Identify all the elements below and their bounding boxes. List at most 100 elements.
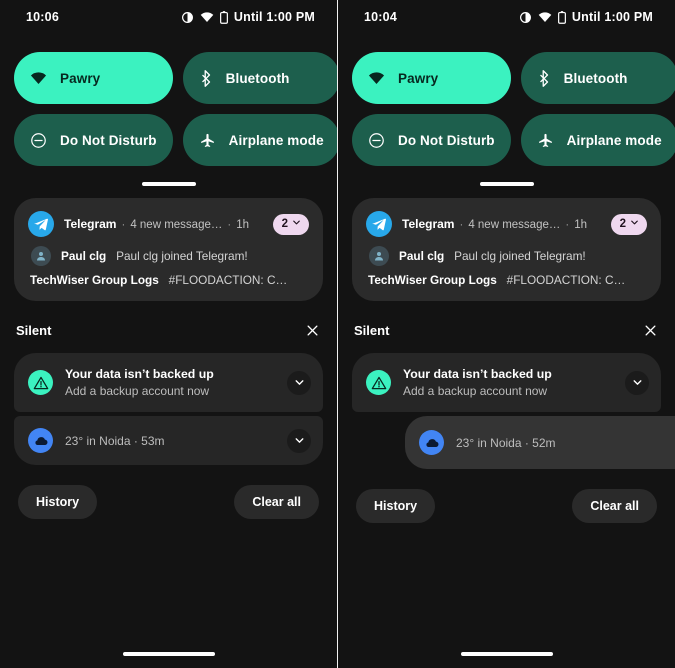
status-bar: 10:06 Until 1:00 PM — [0, 0, 337, 34]
backup-subtitle: Add a backup account now — [403, 384, 548, 398]
notification-shade: Telegram · 4 new message… · 1h 2 Paul cl… — [0, 198, 337, 301]
notification-backup[interactable]: Your data isn’t backed up Add a backup a… — [14, 353, 323, 412]
shade-footer: History Clear all — [0, 465, 337, 519]
message-sender: Paul clg — [399, 249, 445, 263]
message-body-2: #FLOODACTION: C… — [168, 273, 288, 287]
person-avatar — [31, 246, 51, 266]
notification-app-name: Telegram — [402, 217, 455, 231]
separator-dot: · — [565, 219, 570, 231]
notification-group-expand-badge[interactable]: 2 — [272, 213, 309, 235]
notification-message-row-2: TechWiser Group Logs #FLOODACTION: C… — [366, 273, 647, 287]
notification-message: Paul clg Paul clg joined Telegram! — [399, 249, 586, 263]
tile-wifi[interactable]: Pawry — [14, 52, 173, 104]
notification-header: Telegram · 4 new message… · 1h 2 — [28, 211, 309, 237]
clear-all-button[interactable]: Clear all — [234, 485, 319, 519]
status-clock: 10:04 — [364, 10, 397, 24]
history-button[interactable]: History — [356, 489, 436, 523]
airplane-icon — [537, 132, 554, 149]
silent-label: Silent — [354, 322, 390, 338]
notification-message-row-2: TechWiser Group Logs #FLOODACTION: C… — [28, 273, 309, 287]
weather-text: 23° in Noida · 53m — [65, 433, 165, 448]
backup-warning-icon — [28, 370, 53, 395]
tile-do-not-disturb[interactable]: Do Not Disturb — [352, 114, 511, 166]
wifi-icon — [200, 11, 214, 23]
separator-dot: · — [121, 219, 126, 231]
notification-summary: 4 new message… — [130, 219, 223, 231]
status-clock: 10:06 — [26, 10, 59, 24]
chevron-down-icon — [629, 217, 640, 231]
notification-telegram[interactable]: Telegram · 4 new message… · 1h 2 Paul cl… — [352, 198, 661, 301]
shade-drag-handle[interactable] — [141, 182, 196, 186]
close-icon[interactable] — [303, 321, 321, 339]
notification-header: Telegram · 4 new message… · 1h 2 — [366, 211, 647, 237]
status-bar: 10:04 Until 1:00 PM — [338, 0, 675, 34]
silent-notifications-group: Your data isn’t backed up Add a backup a… — [0, 353, 337, 465]
notification-backup[interactable]: Your data isn’t backed up Add a backup a… — [352, 353, 661, 412]
home-gesture-bar-wrap — [338, 652, 675, 656]
phone-screen-right: 10:04 Until 1:00 PM Pawry Bluetooth Do N… — [338, 0, 675, 668]
silent-section-header: Silent — [338, 301, 675, 353]
tile-label-bluetooth: Bluetooth — [225, 70, 290, 86]
tile-label-wifi: Pawry — [60, 70, 101, 86]
silent-label: Silent — [16, 322, 52, 338]
notification-shade: Telegram · 4 new message… · 1h 2 Paul cl… — [338, 198, 675, 301]
notification-count: 2 — [619, 218, 626, 230]
notification-message-row: Paul clg Paul clg joined Telegram! — [366, 246, 647, 266]
backup-title: Your data isn’t backed up — [403, 367, 552, 381]
tile-airplane-mode[interactable]: Airplane mode — [182, 114, 337, 166]
notification-telegram[interactable]: Telegram · 4 new message… · 1h 2 Paul cl… — [14, 198, 323, 301]
tile-do-not-disturb[interactable]: Do Not Disturb — [14, 114, 173, 166]
notification-header-text: Telegram · 4 new message… · 1h — [64, 217, 263, 231]
battery-icon — [219, 10, 228, 24]
tile-bluetooth[interactable]: Bluetooth — [520, 52, 675, 104]
shade-drag-handle[interactable] — [479, 182, 534, 186]
tile-bluetooth[interactable]: Bluetooth — [182, 52, 337, 104]
quick-settings-tiles: Pawry Bluetooth Do Not Disturb Airplane … — [0, 34, 337, 166]
contrast-icon — [181, 11, 194, 24]
weather-text-group: 23° in Noida · 53m — [65, 432, 275, 450]
home-gesture-bar-wrap — [0, 652, 337, 656]
weather-cloud-icon — [28, 428, 53, 453]
tile-label-airplane-mode: Airplane mode — [566, 132, 662, 148]
separator-dot: · — [459, 219, 464, 231]
clear-all-button[interactable]: Clear all — [572, 489, 657, 523]
notification-group-expand-badge[interactable]: 2 — [610, 213, 647, 235]
message-body: Paul clg joined Telegram! — [454, 249, 586, 263]
chevron-down-icon[interactable] — [287, 370, 311, 395]
notification-message: Paul clg Paul clg joined Telegram! — [61, 249, 248, 263]
wifi-icon — [368, 71, 385, 85]
silent-section-header: Silent — [0, 301, 337, 353]
weather-text: 23° in Noida · 52m — [456, 435, 556, 450]
wifi-icon — [538, 11, 552, 23]
history-button[interactable]: History — [18, 485, 98, 519]
backup-text-group: Your data isn’t backed up Add a backup a… — [403, 367, 613, 398]
home-gesture-bar[interactable] — [122, 652, 215, 656]
chevron-down-icon[interactable] — [625, 370, 649, 395]
battery-status-text: Until 1:00 PM — [571, 10, 653, 24]
status-icons-group: Until 1:00 PM — [181, 10, 315, 24]
notification-count: 2 — [281, 218, 288, 230]
backup-title: Your data isn’t backed up — [65, 367, 214, 381]
tile-airplane-mode[interactable]: Airplane mode — [520, 114, 675, 166]
notification-app-name: Telegram — [64, 217, 117, 231]
telegram-icon — [28, 211, 54, 237]
notification-time: 1h — [574, 219, 587, 231]
shade-drag-handle-wrap — [0, 166, 337, 198]
tile-wifi[interactable]: Pawry — [352, 52, 511, 104]
notification-message-row: Paul clg Paul clg joined Telegram! — [28, 246, 309, 266]
message-sender-2: TechWiser Group Logs — [30, 273, 159, 287]
tile-label-airplane-mode: Airplane mode — [228, 132, 324, 148]
close-icon[interactable] — [641, 321, 659, 339]
bluetooth-icon — [537, 69, 551, 87]
quick-settings-tiles: Pawry Bluetooth Do Not Disturb Airplane … — [338, 34, 675, 166]
separator-dot: · — [227, 219, 232, 231]
notification-summary: 4 new message… — [468, 219, 561, 231]
battery-status-text: Until 1:00 PM — [233, 10, 315, 24]
tile-label-bluetooth: Bluetooth — [563, 70, 628, 86]
home-gesture-bar[interactable] — [460, 652, 553, 656]
chevron-down-icon[interactable] — [287, 428, 311, 453]
status-icons-group: Until 1:00 PM — [519, 10, 653, 24]
notification-weather-dragged[interactable]: 23° in Noida · 52m — [405, 416, 675, 469]
backup-text-group: Your data isn’t backed up Add a backup a… — [65, 367, 275, 398]
notification-weather[interactable]: 23° in Noida · 53m — [14, 416, 323, 465]
